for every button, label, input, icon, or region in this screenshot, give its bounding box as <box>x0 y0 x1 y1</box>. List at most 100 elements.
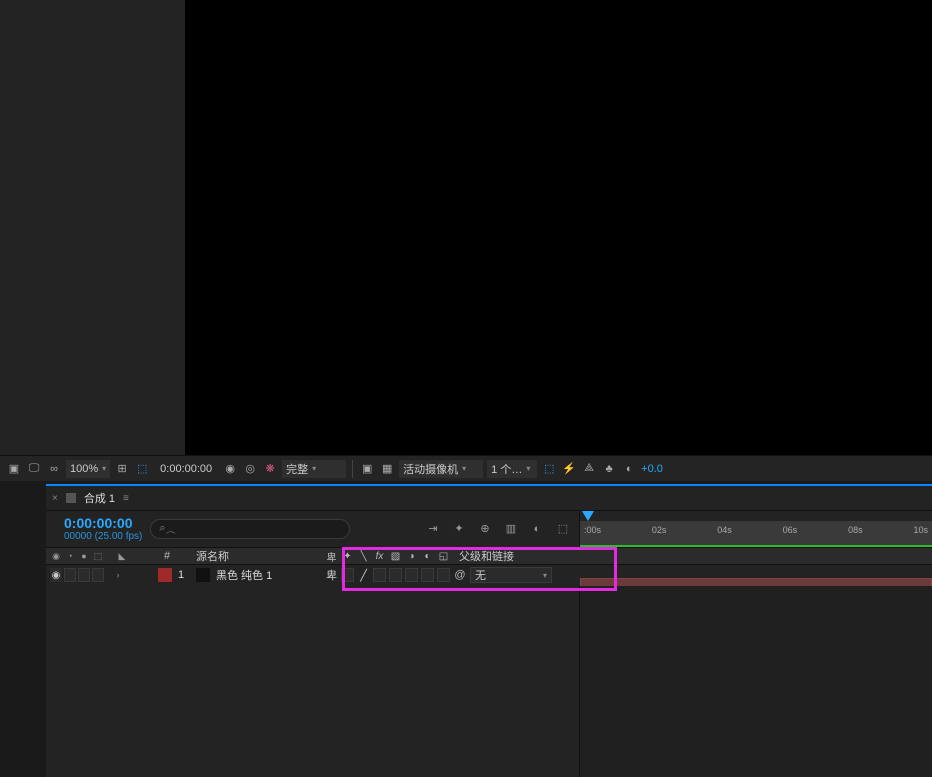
views-select[interactable]: 1 个… ▾ <box>487 460 537 478</box>
layers-empty-right[interactable] <box>579 586 932 777</box>
tick: 06s <box>783 525 798 535</box>
transparency-grid-icon[interactable]: ▦ <box>379 461 395 477</box>
collapse-col-icon[interactable]: ✦ <box>341 550 354 563</box>
flowchart-icon[interactable]: ♣ <box>601 461 617 477</box>
project-panel-gutter <box>0 0 185 455</box>
graph-editor-icon[interactable]: ⬚ <box>555 521 571 537</box>
solo-header-icon[interactable]: ● <box>78 550 90 562</box>
work-area-bar[interactable] <box>580 511 932 521</box>
parent-value: 无 <box>475 567 486 583</box>
column-header-left: ◉ ◔ ● ⬚ ◣ # 源名称 卑 ✦ ╲ fx ▧ ◑ ◐ <box>46 548 579 564</box>
video-header-icon[interactable]: ◉ <box>50 550 62 562</box>
cached-frames-bar <box>580 545 932 547</box>
chevron-down-icon: ▾ <box>526 464 530 473</box>
current-timecode[interactable]: 0:00:00:00 <box>64 516 142 531</box>
shy-col-icon[interactable]: 卑 <box>325 550 338 563</box>
quality-col-icon[interactable]: ╲ <box>357 550 370 563</box>
frameblend-col-icon[interactable]: ▧ <box>389 550 402 563</box>
comp-mini-flowchart-icon[interactable]: ⇥ <box>425 521 441 537</box>
camera-select[interactable]: 活动摄像机 ▾ <box>399 460 483 478</box>
magnify-ratio-icon[interactable]: ▣ <box>6 461 22 477</box>
views-value: 1 个… <box>491 461 522 477</box>
ruler-ticks: :00s 02s 04s 06s 08s 10s <box>580 525 932 535</box>
roi-icon[interactable]: ▣ <box>359 461 375 477</box>
layer-adjustment-switch[interactable] <box>421 568 434 582</box>
motionblur-col-icon[interactable]: ◑ <box>405 550 418 563</box>
layer-collapse-switch[interactable] <box>341 568 354 582</box>
av-toggle-headers: ◉ ◔ ● ⬚ ◣ <box>46 550 158 562</box>
shy-toggle-icon[interactable]: ⊕ <box>477 521 493 537</box>
parent-pickwhip-icon[interactable]: @ <box>453 569 467 581</box>
tick: 08s <box>848 525 863 535</box>
time-row: 0:00:00:00 00000 (25.00 fps) ⌕⁔ ⇥ ✦ ⊕ ▥ … <box>46 511 932 547</box>
frame-blend-icon[interactable]: ▥ <box>503 521 519 537</box>
channel-icon[interactable]: ◎ <box>242 461 258 477</box>
chevron-down-icon: ▾ <box>312 464 316 473</box>
layer-av-toggles: ◉ › <box>46 568 158 582</box>
divider <box>352 460 353 478</box>
tab-menu-icon[interactable]: ≡ <box>123 493 129 504</box>
grid-icon[interactable]: ⊞ <box>114 461 130 477</box>
label-header-icon[interactable]: ◣ <box>116 550 128 562</box>
lock-header-icon[interactable]: ⬚ <box>92 550 104 562</box>
snapshot-icon[interactable]: ◉ <box>222 461 238 477</box>
layer-name[interactable]: 黑色 纯色 1 <box>210 567 272 583</box>
fast-preview-icon[interactable]: ⚡ <box>561 461 577 477</box>
layer-shy-icon[interactable]: 卑 <box>325 567 338 583</box>
time-ruler[interactable]: :00s 02s 04s 06s 08s 10s <box>579 511 932 547</box>
color-mgmt-icon[interactable]: ❋ <box>262 461 278 477</box>
layer-search-input[interactable]: ⌕⁔ <box>150 519 350 539</box>
layer-motionblur-switch[interactable] <box>405 568 418 582</box>
draft3d-icon[interactable]: ✦ <box>451 521 467 537</box>
parent-select[interactable]: 无 ▾ <box>470 567 552 583</box>
zoom-select[interactable]: 100% ▾ <box>66 460 110 478</box>
fx-col-icon[interactable]: fx <box>373 550 386 563</box>
video-toggle-icon[interactable]: ◉ <box>50 568 62 582</box>
motion-blur-icon[interactable]: ◐ <box>529 521 545 537</box>
comp-chip-icon <box>66 493 76 503</box>
monitor-icon[interactable]: 🖵 <box>26 461 42 477</box>
layer-row-left: ◉ › 1 黑色 纯色 1 卑 ╱ <box>46 567 579 583</box>
viewer-timecode[interactable]: 0:00:00:00 <box>154 463 218 475</box>
layer-quality-switch[interactable]: ╱ <box>357 569 370 582</box>
close-tab-icon[interactable]: × <box>52 493 58 504</box>
safe-zones-icon[interactable]: ⬚ <box>134 461 150 477</box>
layer-fx-switch[interactable] <box>373 568 386 582</box>
pixel-aspect-icon[interactable]: ⬚ <box>541 461 557 477</box>
audio-header-icon[interactable]: ◔ <box>64 550 76 562</box>
index-header[interactable]: # <box>158 550 176 562</box>
source-name-header[interactable]: 源名称 <box>190 548 229 564</box>
layer-row[interactable]: ◉ › 1 黑色 纯色 1 卑 ╱ <box>46 565 932 585</box>
expand-layer-icon[interactable]: › <box>112 570 124 580</box>
layer-label-color[interactable] <box>158 568 172 582</box>
lock-toggle[interactable] <box>92 568 104 582</box>
audio-toggle[interactable] <box>64 568 76 582</box>
mask-icon[interactable]: ∞ <box>46 461 62 477</box>
camera-value: 活动摄像机 <box>403 461 458 477</box>
time-row-left: 0:00:00:00 00000 (25.00 fps) ⌕⁔ ⇥ ✦ ⊕ ▥ … <box>46 516 579 542</box>
column-header-row: ◉ ◔ ● ⬚ ◣ # 源名称 卑 ✦ ╲ fx ▧ ◑ ◐ <box>46 547 932 565</box>
tick: 04s <box>717 525 732 535</box>
exposure-value[interactable]: +0.0 <box>641 463 663 475</box>
comp-tab-name[interactable]: 合成 1 <box>84 490 115 506</box>
timeline-panel: × 合成 1 ≡ 0:00:00:00 00000 (25.00 fps) ⌕⁔… <box>46 484 932 777</box>
upper-area <box>0 0 932 455</box>
timeline-icon[interactable]: ⟁ <box>581 461 597 477</box>
tick: 10s <box>913 525 928 535</box>
playhead[interactable] <box>582 511 594 523</box>
parent-link-header[interactable]: 父级和链接 <box>459 548 514 564</box>
frame-fps: 00000 (25.00 fps) <box>64 531 142 542</box>
composition-viewer[interactable] <box>185 0 932 455</box>
layers-empty-left[interactable] <box>46 586 579 777</box>
viewer-toolbar: ▣ 🖵 ∞ 100% ▾ ⊞ ⬚ 0:00:00:00 ◉ ◎ ❋ 完整 ▾ ▣… <box>0 455 932 481</box>
adjustment-col-icon[interactable]: ◐ <box>421 550 434 563</box>
time-display[interactable]: 0:00:00:00 00000 (25.00 fps) <box>64 516 142 542</box>
resolution-select[interactable]: 完整 ▾ <box>282 460 346 478</box>
layer-3d-switch[interactable] <box>437 568 450 582</box>
3d-col-icon[interactable]: ◱ <box>437 550 450 563</box>
solo-toggle[interactable] <box>78 568 90 582</box>
reset-exposure-icon[interactable]: ◐ <box>621 461 637 477</box>
resolution-value: 完整 <box>286 461 308 477</box>
layer-frameblend-switch[interactable] <box>389 568 402 582</box>
timeline-tabbar: × 合成 1 ≡ <box>46 486 932 511</box>
